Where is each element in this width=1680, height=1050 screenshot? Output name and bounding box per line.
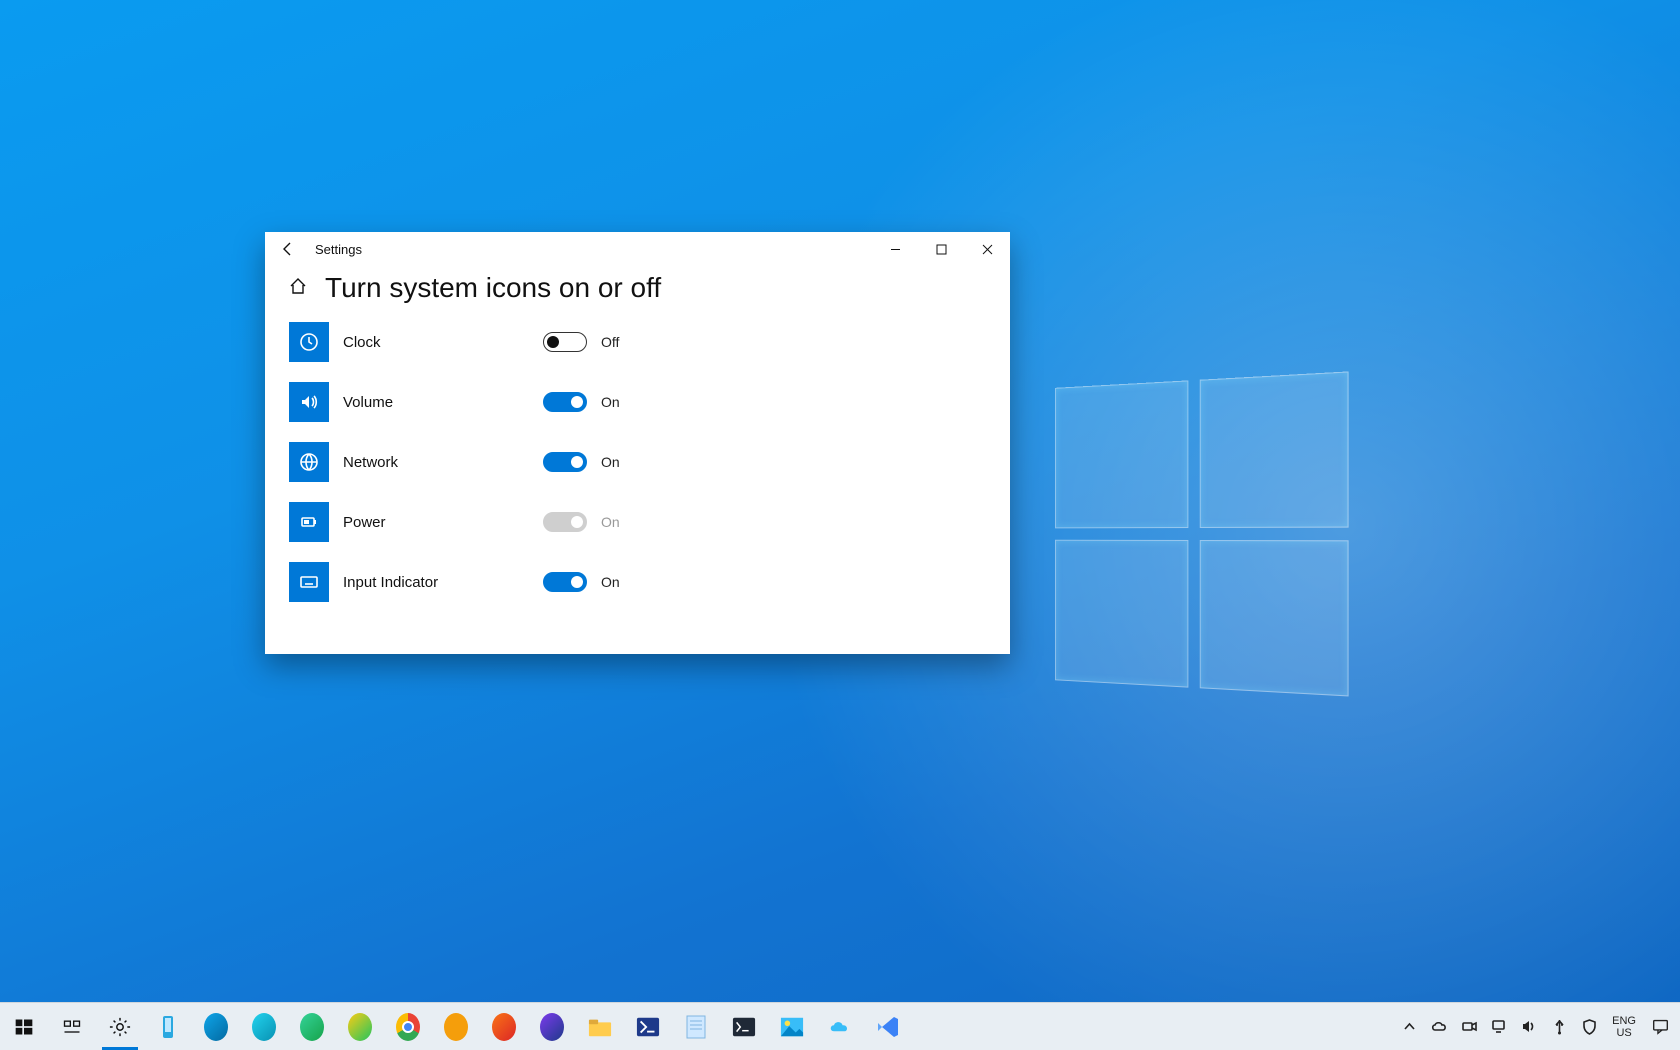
system-tray: ENG US <box>1390 1003 1680 1050</box>
taskbar-app-chrome[interactable] <box>384 1003 432 1050</box>
titlebar: Settings <box>265 232 1010 266</box>
taskbar-app-terminal[interactable] <box>720 1003 768 1050</box>
window-title: Settings <box>315 242 362 257</box>
taskbar-app-edge[interactable] <box>192 1003 240 1050</box>
minimize-button[interactable] <box>872 232 918 266</box>
tray-volume-icon[interactable] <box>1516 1003 1542 1050</box>
lang-line-1: ENG <box>1612 1015 1636 1027</box>
row-label: Volume <box>343 394 543 411</box>
clock-icon <box>289 322 329 362</box>
tray-language-indicator[interactable]: ENG US <box>1606 1015 1642 1039</box>
tray-action-center-button[interactable] <box>1646 1018 1674 1035</box>
toggle-state-label: Off <box>601 334 619 350</box>
row-clock: Clock Off <box>289 322 986 362</box>
task-view-button[interactable] <box>48 1003 96 1050</box>
network-icon <box>289 442 329 482</box>
taskbar-app-firefox-nightly[interactable] <box>528 1003 576 1050</box>
windows-logo-wallpaper <box>1055 371 1351 698</box>
toggle-volume[interactable] <box>543 392 587 412</box>
row-input-indicator: Input Indicator On <box>289 562 986 602</box>
windows-start-icon <box>12 1015 36 1039</box>
row-label: Clock <box>343 334 543 351</box>
row-label: Network <box>343 454 543 471</box>
tray-overflow-button[interactable] <box>1396 1003 1422 1050</box>
settings-window: Settings Turn system icons on or off Clo… <box>265 232 1010 654</box>
volume-icon <box>289 382 329 422</box>
row-label: Input Indicator <box>343 574 543 591</box>
toggle-state-label: On <box>601 514 620 530</box>
taskbar-app-phone[interactable] <box>144 1003 192 1050</box>
start-button[interactable] <box>0 1003 48 1050</box>
close-button[interactable] <box>964 232 1010 266</box>
toggle-input-indicator[interactable] <box>543 572 587 592</box>
power-icon <box>289 502 329 542</box>
gear-icon <box>108 1015 132 1039</box>
taskbar-app-onedrive[interactable] <box>816 1003 864 1050</box>
taskbar-app-edge-beta[interactable] <box>240 1003 288 1050</box>
home-button[interactable] <box>289 277 307 300</box>
row-network: Network On <box>289 442 986 482</box>
tray-usb-icon[interactable] <box>1546 1003 1572 1050</box>
taskbar-app-settings[interactable] <box>96 1003 144 1050</box>
tray-network-icon[interactable] <box>1486 1003 1512 1050</box>
toggle-network[interactable] <box>543 452 587 472</box>
page-title: Turn system icons on or off <box>325 272 661 304</box>
tray-meet-now-icon[interactable] <box>1456 1003 1482 1050</box>
maximize-button[interactable] <box>918 232 964 266</box>
taskbar-app-photos[interactable] <box>768 1003 816 1050</box>
taskbar-app-firefox[interactable] <box>480 1003 528 1050</box>
toggle-state-label: On <box>601 394 620 410</box>
lang-line-2: US <box>1612 1027 1636 1039</box>
settings-content: Turn system icons on or off Clock Off Vo… <box>265 266 1010 654</box>
taskbar-app-powershell[interactable] <box>624 1003 672 1050</box>
toggle-power <box>543 512 587 532</box>
task-view-icon <box>60 1015 84 1039</box>
toggle-clock[interactable] <box>543 332 587 352</box>
tray-security-icon[interactable] <box>1576 1003 1602 1050</box>
taskbar-app-explorer[interactable] <box>576 1003 624 1050</box>
taskbar-app-vscode[interactable] <box>864 1003 912 1050</box>
taskbar-app-edge-canary[interactable] <box>336 1003 384 1050</box>
toggle-state-label: On <box>601 454 620 470</box>
toggle-state-label: On <box>601 574 620 590</box>
back-button[interactable] <box>265 232 311 266</box>
keyboard-icon <box>289 562 329 602</box>
taskbar-app-chrome-canary[interactable] <box>432 1003 480 1050</box>
row-volume: Volume On <box>289 382 986 422</box>
tray-onedrive-icon[interactable] <box>1426 1003 1452 1050</box>
taskbar-app-notepad[interactable] <box>672 1003 720 1050</box>
taskbar-app-edge-dev[interactable] <box>288 1003 336 1050</box>
row-power: Power On <box>289 502 986 542</box>
taskbar: ENG US <box>0 1002 1680 1050</box>
row-label: Power <box>343 514 543 531</box>
